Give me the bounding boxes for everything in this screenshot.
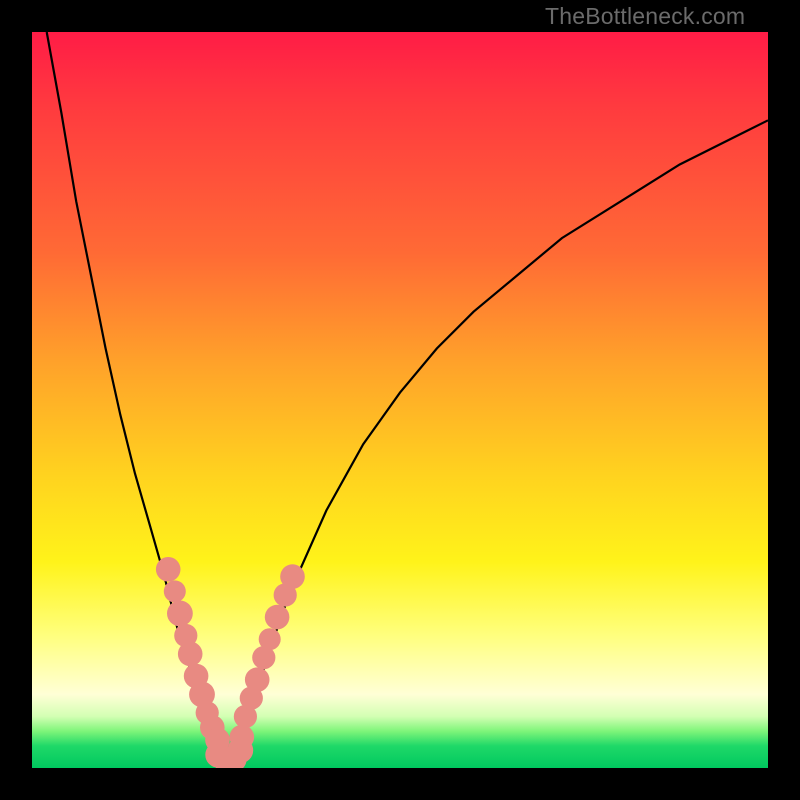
marker-dot: [265, 605, 290, 630]
marker-dot: [259, 628, 281, 650]
curve-right: [231, 120, 768, 760]
marker-dot: [164, 580, 186, 602]
marker-dots: [156, 557, 305, 772]
plot-area: [32, 32, 768, 768]
marker-dot: [245, 667, 270, 692]
marker-dot: [178, 642, 203, 667]
chart-stage: TheBottleneck.com: [0, 0, 800, 800]
frame-right: [768, 0, 800, 800]
marker-dot: [167, 601, 193, 627]
marker-dot: [280, 564, 305, 589]
chart-svg: [32, 32, 768, 768]
watermark-text: TheBottleneck.com: [545, 3, 745, 30]
frame-left: [0, 0, 32, 800]
marker-dot: [230, 725, 255, 750]
marker-dot: [156, 557, 181, 582]
frame-bottom: [0, 768, 800, 800]
